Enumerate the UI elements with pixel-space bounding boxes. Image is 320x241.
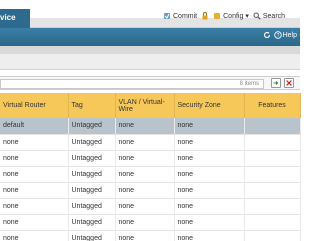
table-row[interactable]: none Untagged none none	[0, 182, 301, 199]
table-row[interactable]: default Untagged none none	[0, 118, 301, 135]
config-icon	[214, 13, 221, 19]
column-header-security-zone[interactable]: Security Zone	[174, 93, 245, 118]
cell-features	[244, 150, 301, 167]
cell-security-zone: none	[174, 150, 245, 167]
cell-virtual-router: none	[0, 182, 69, 199]
apply-filter-button[interactable]	[271, 78, 281, 88]
cell-virtual-router: none	[0, 166, 69, 183]
column-header-features[interactable]: Features	[244, 93, 301, 118]
cell-virtual-router: none	[0, 150, 69, 167]
items-count: 8 items	[239, 81, 259, 87]
cell-features	[244, 198, 301, 215]
table-row[interactable]: none Untagged none none	[0, 166, 301, 183]
help-label: Help	[282, 31, 297, 39]
cell-tag: Untagged	[68, 134, 116, 151]
cell-vlan: none	[115, 134, 175, 151]
filter-bar: 8 items	[0, 76, 300, 90]
arrow-right-icon	[273, 81, 279, 85]
commit-icon	[164, 13, 170, 19]
cell-features	[244, 118, 301, 135]
cell-security-zone: none	[174, 134, 245, 151]
cell-virtual-router: none	[0, 134, 69, 151]
cell-vlan: none	[115, 150, 175, 167]
clear-icon	[286, 80, 292, 86]
cell-features	[244, 134, 301, 151]
cell-tag: Untagged	[68, 118, 116, 135]
column-header-vlan[interactable]: VLAN / Virtual-Wire	[115, 93, 175, 118]
cell-vlan: none	[115, 214, 175, 231]
top-header: vice Commit Config ▾ Search	[0, 0, 300, 28]
cell-security-zone: none	[174, 182, 245, 199]
cell-tag: Untagged	[68, 166, 116, 183]
tab-device[interactable]: vice	[0, 9, 30, 28]
cell-features	[244, 214, 301, 231]
table-row[interactable]: none Untagged none none	[0, 150, 301, 167]
sub-header-bar	[0, 46, 300, 54]
tab-device-label: vice	[0, 13, 16, 22]
commit-link[interactable]: Commit	[163, 12, 197, 20]
cell-vlan: none	[115, 166, 175, 183]
cell-tag: Untagged	[68, 230, 116, 241]
table-row[interactable]: none Untagged none none	[0, 198, 301, 215]
nav-bar: ? Help	[0, 28, 300, 46]
search-link[interactable]: Search	[253, 12, 285, 20]
cell-virtual-router: none	[0, 198, 69, 215]
cell-features	[244, 230, 301, 241]
commit-label: Commit	[173, 12, 198, 20]
cell-tag: Untagged	[68, 182, 116, 199]
table-row[interactable]: none Untagged none none	[0, 214, 301, 231]
cell-tag: Untagged	[68, 214, 116, 231]
interfaces-panel: 8 items Virtual Router Tag VLAN / Virtua…	[0, 76, 301, 241]
config-label: Config	[223, 12, 244, 20]
table-header-row: Virtual Router Tag VLAN / Virtual-Wire S…	[0, 93, 301, 118]
cell-security-zone: none	[174, 214, 245, 231]
cell-vlan: none	[115, 230, 175, 241]
cell-security-zone: none	[174, 198, 245, 215]
cell-virtual-router: default	[0, 118, 69, 135]
sub-toolbar	[0, 54, 300, 70]
table-row[interactable]: none Untagged none none	[0, 134, 301, 151]
cell-security-zone: none	[174, 118, 245, 135]
clear-filter-button[interactable]	[284, 78, 294, 88]
cell-tag: Untagged	[68, 150, 116, 167]
interfaces-table: Virtual Router Tag VLAN / Virtual-Wire S…	[0, 93, 301, 241]
cell-virtual-router: none	[0, 230, 69, 241]
cell-security-zone: none	[174, 166, 245, 183]
config-link[interactable]: Config ▾	[213, 12, 249, 20]
column-header-tag[interactable]: Tag	[68, 93, 116, 118]
cell-vlan: none	[115, 118, 175, 135]
filter-input[interactable]: 8 items	[0, 79, 264, 89]
search-icon	[253, 12, 261, 20]
cell-features	[244, 166, 301, 183]
refresh-icon[interactable]	[263, 31, 271, 39]
top-links: Commit Config ▾ Search	[163, 11, 285, 21]
help-button[interactable]: ? Help	[273, 31, 297, 39]
nav-actions: ? Help	[263, 31, 297, 39]
svg-text:?: ?	[276, 33, 279, 39]
cell-virtual-router: none	[0, 214, 69, 231]
chevron-down-icon: ▾	[245, 13, 249, 20]
help-icon: ?	[273, 31, 282, 39]
lock-icon[interactable]	[201, 12, 209, 20]
cell-vlan: none	[115, 198, 175, 215]
cell-security-zone: none	[174, 230, 245, 241]
column-header-virtual-router[interactable]: Virtual Router	[0, 93, 69, 118]
table-row[interactable]: none Untagged none none	[0, 230, 301, 241]
search-label: Search	[262, 12, 286, 20]
cell-tag: Untagged	[68, 198, 116, 215]
cell-features	[244, 182, 301, 199]
cell-vlan: none	[115, 182, 175, 199]
